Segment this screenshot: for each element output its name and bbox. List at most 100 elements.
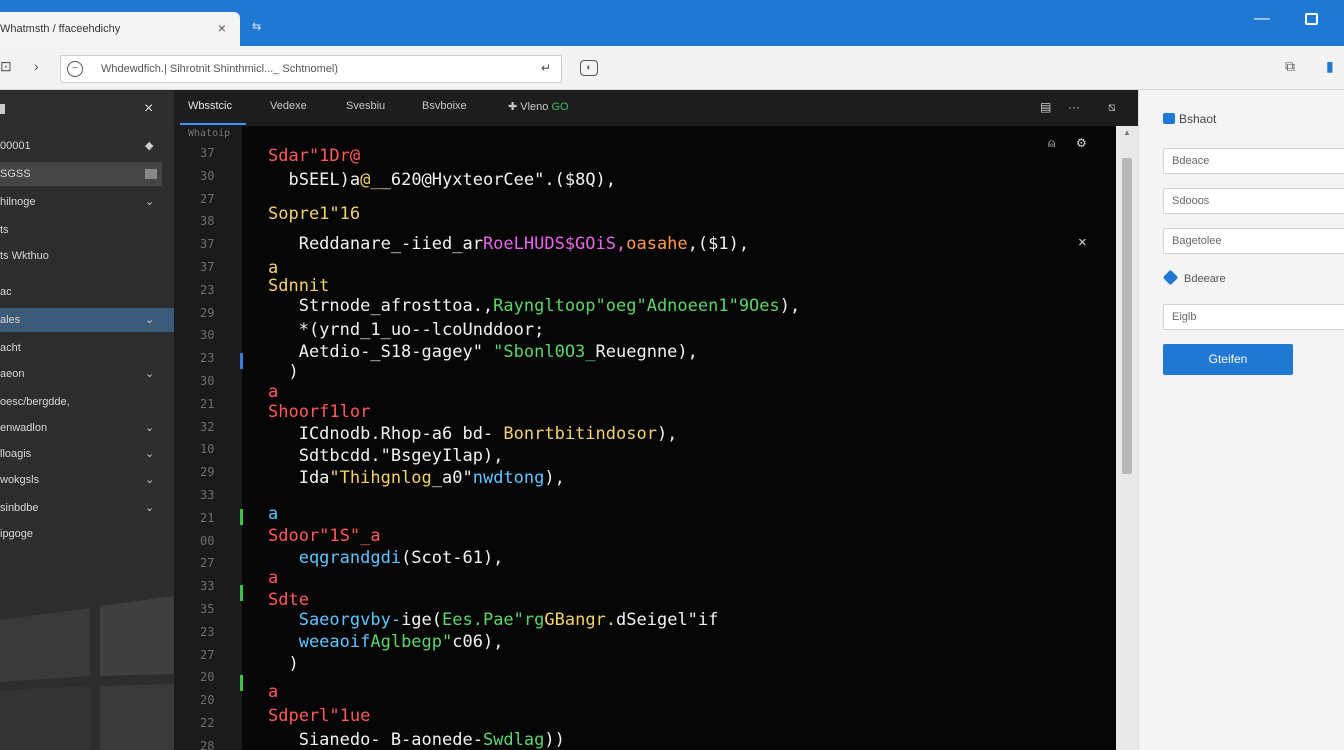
sidebar-item[interactable]: ac xyxy=(0,280,174,304)
scrollbar-thumb[interactable] xyxy=(1122,158,1132,474)
code-line: Sdoor"1S"_a xyxy=(268,526,381,546)
new-tab-icon[interactable]: ⇆ xyxy=(252,20,261,33)
sidebar-toggle-icon[interactable]: ▮ xyxy=(1326,58,1334,75)
code-line: Sdperl"1ue xyxy=(268,706,370,726)
sidebar-item[interactable]: wokgsls ⌄ xyxy=(0,468,174,492)
sidebar-item[interactable]: ipgoge xyxy=(0,522,174,546)
layout-icon[interactable]: ▤ xyxy=(1040,100,1051,114)
go-icon[interactable]: ↵ xyxy=(541,61,551,75)
scroll-up-icon[interactable]: ▲ xyxy=(1123,128,1131,137)
chevron-icon[interactable]: ◆ xyxy=(145,134,153,158)
code-line: ICdnodb.Rhop-a6 bd- Bonrtbitindosor), xyxy=(268,424,678,444)
browser-tab[interactable]: Whatmsth / ffaceehdichy × xyxy=(0,12,240,46)
panel-field-3[interactable]: Bagetolee xyxy=(1163,228,1344,254)
more-icon[interactable]: ··· xyxy=(1068,100,1080,114)
share-icon[interactable]: ⧉ xyxy=(1285,58,1295,75)
line-number: 27 xyxy=(200,191,215,206)
code-token: ) xyxy=(268,362,299,382)
code-line: Shoorf1lor xyxy=(268,402,370,422)
code-token: Sdte xyxy=(268,590,309,610)
sidebar-close-icon[interactable]: × xyxy=(144,100,153,118)
editor-tab-4[interactable]: Bsvboixe xyxy=(422,100,467,112)
editor-tab-5[interactable]: ✚ Vleno GO xyxy=(508,100,569,113)
line-number: 38 xyxy=(200,214,215,229)
maximize-icon[interactable] xyxy=(1305,13,1318,25)
panel-icon xyxy=(1163,113,1175,124)
code-line: weeaoifAglbegp"c06), xyxy=(268,632,504,652)
minimize-icon[interactable]: — xyxy=(1254,10,1270,28)
sidebar-item[interactable]: 00001 ◆ xyxy=(0,134,174,158)
panel-option[interactable]: Bdeeare xyxy=(1162,269,1226,286)
code-token: )) xyxy=(544,730,565,750)
code-token: Adnoeen1"9Oes xyxy=(646,296,780,316)
code-line: bSEEL)a@__620@HyxteorCee".($8Q), xyxy=(268,170,616,190)
split-icon[interactable]: ⧅ xyxy=(1108,100,1116,115)
extension-icon[interactable]: ◐ xyxy=(580,60,598,76)
editor-tab-1[interactable]: Wbsstcic xyxy=(188,100,232,112)
site-info-icon[interactable]: − xyxy=(67,61,83,77)
editor-tab-2[interactable]: Vedexe xyxy=(270,100,307,112)
code-line: a xyxy=(268,504,278,524)
code-editor: Wbsstcic Vedexe Svesbiu Bsvboixe ✚ Vleno… xyxy=(174,90,1138,750)
code-line: ) xyxy=(268,362,299,382)
sidebar-item-label: ipgoge xyxy=(0,528,34,540)
sidebar-item[interactable]: sinbdbe ⌄ xyxy=(0,496,174,520)
windows-logo-watermark xyxy=(0,596,174,750)
line-number: 37 xyxy=(200,237,215,252)
editor-tab-3[interactable]: Svesbiu xyxy=(346,100,385,112)
chevron-icon[interactable]: ⌄ xyxy=(145,308,154,332)
search-icon[interactable]: ⍝ xyxy=(1048,136,1055,151)
home-icon[interactable]: ⊡ xyxy=(0,58,12,75)
chevron-icon[interactable]: ⌄ xyxy=(145,468,154,492)
sidebar-item[interactable]: ales ⌄ xyxy=(0,308,174,332)
change-marker xyxy=(240,675,243,691)
code-token: lcoUnddoor; xyxy=(431,320,545,340)
sidebar-item[interactable]: aeon ⌄ xyxy=(0,362,174,386)
panel-field-2[interactable]: Sdooos xyxy=(1163,188,1344,214)
sidebar-item[interactable]: hilnoge ⌄ xyxy=(0,190,174,214)
sidebar-item[interactable]: ts xyxy=(0,218,174,242)
sidebar-item[interactable]: enwadlon ⌄ xyxy=(0,416,174,440)
code-line: Aetdio-_S18-gagey" "Sbonl0O3_Reuegnne), xyxy=(268,342,698,362)
sidebar-item[interactable]: lloagis ⌄ xyxy=(0,442,174,466)
chevron-icon[interactable]: ⌄ xyxy=(145,362,154,386)
code-token: @_ xyxy=(360,170,381,190)
chevron-icon[interactable]: ⌄ xyxy=(145,416,154,440)
change-marker xyxy=(240,585,243,601)
code-line: Sianedo- B-aonede-Swdlag)) xyxy=(268,730,565,750)
address-bar[interactable]: − Whdewdfich.| Sihrotnit Shinthmicl..._ … xyxy=(60,55,562,83)
sidebar-marker xyxy=(0,104,5,114)
chevron-icon[interactable]: ⌄ xyxy=(145,190,154,214)
panel-heading: Bshaot xyxy=(1163,112,1216,126)
code-line: Saeorgvby-ige(Ees.Pae"rgGBangr.dSeigel"i… xyxy=(268,610,719,630)
code-token: Sdar"1Dr@ xyxy=(268,146,361,166)
code-token: ) xyxy=(268,654,299,674)
chevron-icon[interactable]: ⌄ xyxy=(145,442,154,466)
code-token: Reuegnne), xyxy=(595,342,698,362)
line-number: 23 xyxy=(200,624,215,639)
forward-icon[interactable]: › xyxy=(34,58,39,74)
code-token: Ilap xyxy=(442,446,483,466)
panel-submit-button[interactable]: Gteifen xyxy=(1163,344,1293,375)
line-number: 21 xyxy=(200,396,215,411)
code-token: "Sbonl0O3_ xyxy=(493,342,596,362)
tab-close-icon[interactable]: × xyxy=(218,20,226,36)
line-number: 30 xyxy=(200,374,215,388)
code-line: Sdnnit xyxy=(268,276,329,296)
chevron-icon[interactable]: ⌄ xyxy=(145,496,154,520)
close-icon[interactable]: × xyxy=(1078,234,1087,251)
panel-field-1[interactable]: Bdeace xyxy=(1163,148,1344,174)
sidebar-item[interactable]: oesc/bergdde, xyxy=(0,390,174,414)
code-token: a xyxy=(268,682,279,702)
sidebar-item[interactable]: ts Wkthuo xyxy=(0,244,174,268)
sidebar-item-label: acht xyxy=(0,342,21,354)
sidebar-item[interactable]: acht xyxy=(0,336,174,360)
vertical-scrollbar[interactable]: ▲ xyxy=(1116,126,1138,750)
line-number: 00 xyxy=(200,533,215,548)
sidebar-item[interactable]: SGSS› xyxy=(0,162,162,186)
settings-icon[interactable]: ⚙ xyxy=(1076,136,1087,150)
line-number: 22 xyxy=(200,716,215,730)
panel-field-4[interactable]: Eiglb xyxy=(1163,304,1344,330)
option-icon xyxy=(1162,269,1179,286)
line-number: 29 xyxy=(200,465,215,480)
